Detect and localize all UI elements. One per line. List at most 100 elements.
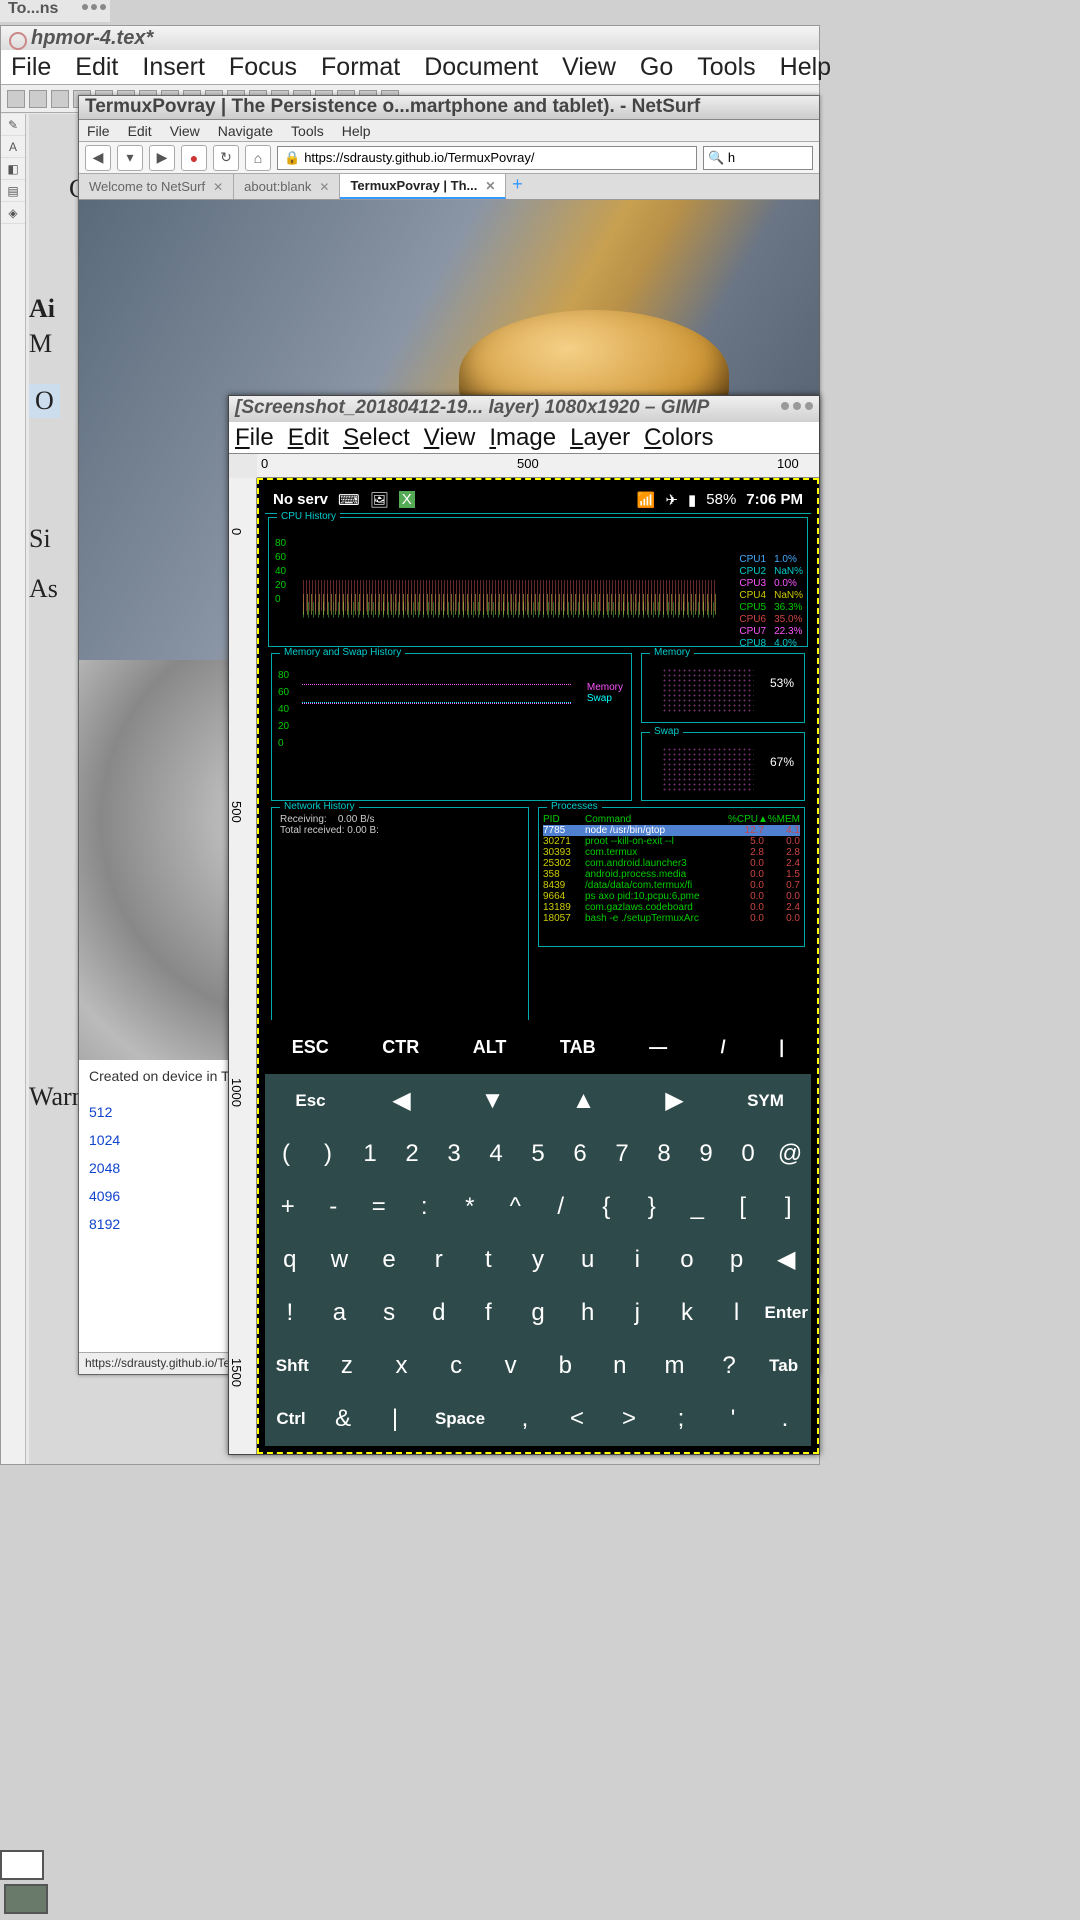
- extrakey-/[interactable]: /: [721, 1037, 726, 1058]
- key-z[interactable]: z: [320, 1340, 375, 1393]
- key-▲[interactable]: ▲: [538, 1074, 629, 1127]
- key-([interactable]: (: [265, 1127, 307, 1180]
- key-space[interactable]: Space: [421, 1393, 499, 1446]
- menu-edit[interactable]: Edit: [288, 424, 329, 452]
- key-)[interactable]: ): [307, 1127, 349, 1180]
- key-b[interactable]: b: [538, 1340, 593, 1393]
- key-g[interactable]: g: [513, 1287, 563, 1340]
- key-tab[interactable]: Tab: [756, 1340, 811, 1393]
- key-c[interactable]: c: [429, 1340, 484, 1393]
- key-|[interactable]: |: [369, 1393, 421, 1446]
- key-^[interactable]: ^: [493, 1180, 539, 1233]
- browser-tab[interactable]: TermuxPovray | Th...✕: [340, 174, 506, 199]
- extrakey-—[interactable]: —: [649, 1037, 667, 1058]
- key-▼[interactable]: ▼: [447, 1074, 538, 1127]
- menu-format[interactable]: Format: [321, 53, 400, 82]
- key-,[interactable]: ,: [499, 1393, 551, 1446]
- forward-button[interactable]: ▶: [149, 145, 175, 171]
- url-bar[interactable]: 🔒https://sdrausty.github.io/TermuxPovray…: [277, 146, 697, 170]
- key-*[interactable]: *: [447, 1180, 493, 1233]
- menu-insert[interactable]: Insert: [142, 53, 205, 82]
- menu-navigate[interactable]: Navigate: [218, 123, 273, 139]
- key-m[interactable]: m: [647, 1340, 702, 1393]
- key-◀[interactable]: ◀: [356, 1074, 447, 1127]
- new-tab-button[interactable]: +: [506, 174, 528, 199]
- key-.[interactable]: .: [759, 1393, 811, 1446]
- key-ctrl[interactable]: Ctrl: [265, 1393, 317, 1446]
- menu-focus[interactable]: Focus: [229, 53, 297, 82]
- key-sym[interactable]: SYM: [720, 1074, 811, 1127]
- menu-help[interactable]: Help: [342, 123, 371, 139]
- tool-icon[interactable]: ✎: [1, 114, 25, 136]
- key-4[interactable]: 4: [475, 1127, 517, 1180]
- stop-button[interactable]: ●: [181, 145, 207, 171]
- key-n[interactable]: n: [593, 1340, 648, 1393]
- key-0[interactable]: 0: [727, 1127, 769, 1180]
- key-7[interactable]: 7: [601, 1127, 643, 1180]
- gimp-canvas[interactable]: No serv ⌨ 🖼 X 📶 ✈ ▮ 58% 7:06 PM CPU Hist…: [257, 478, 819, 1454]
- key-r[interactable]: r: [414, 1233, 464, 1286]
- key-][interactable]: ]: [766, 1180, 812, 1233]
- reload-button[interactable]: ↻: [213, 145, 239, 171]
- key-h[interactable]: h: [563, 1287, 613, 1340]
- key-e[interactable]: e: [364, 1233, 414, 1286]
- key-![interactable]: !: [265, 1287, 315, 1340]
- key-s[interactable]: s: [364, 1287, 414, 1340]
- key-=[interactable]: =: [356, 1180, 402, 1233]
- key-x[interactable]: x: [374, 1340, 429, 1393]
- key-t[interactable]: t: [464, 1233, 514, 1286]
- process-row[interactable]: 358android.process.media0.01.5: [543, 869, 800, 880]
- menu-file[interactable]: File: [87, 123, 110, 139]
- key-;[interactable]: ;: [655, 1393, 707, 1446]
- browser-tab[interactable]: Welcome to NetSurf✕: [79, 174, 234, 199]
- key-enter[interactable]: Enter: [761, 1287, 811, 1340]
- process-row[interactable]: 30393com.termux2.82.8: [543, 847, 800, 858]
- toolbar-icon[interactable]: [29, 90, 47, 108]
- close-tab-icon[interactable]: ✕: [213, 180, 223, 194]
- key-f[interactable]: f: [464, 1287, 514, 1340]
- key-shft[interactable]: Shft: [265, 1340, 320, 1393]
- tool-icon[interactable]: ▤: [1, 180, 25, 202]
- toolbar-icon[interactable]: [51, 90, 69, 108]
- key-j[interactable]: j: [612, 1287, 662, 1340]
- key-6[interactable]: 6: [559, 1127, 601, 1180]
- window-controls[interactable]: [781, 402, 813, 410]
- foreground-swatch[interactable]: [0, 1850, 44, 1880]
- menu-edit[interactable]: Edit: [128, 123, 152, 139]
- back-button[interactable]: ◀: [85, 145, 111, 171]
- key-{[interactable]: {: [584, 1180, 630, 1233]
- process-row[interactable]: 18057bash -e ./setupTermuxArc0.00.0: [543, 913, 800, 924]
- home-button[interactable]: ⌂: [245, 145, 271, 171]
- key-_[interactable]: _: [675, 1180, 721, 1233]
- process-row[interactable]: 8439/data/data/com.termux/fi0.00.7: [543, 880, 800, 891]
- tool-icon[interactable]: ◈: [1, 202, 25, 224]
- tool-icon[interactable]: ◧: [1, 158, 25, 180]
- key-d[interactable]: d: [414, 1287, 464, 1340]
- process-row[interactable]: 25302com.android.launcher30.02.4: [543, 858, 800, 869]
- search-box[interactable]: 🔍 h: [703, 146, 813, 170]
- key-2[interactable]: 2: [391, 1127, 433, 1180]
- menu-file[interactable]: File: [11, 53, 51, 82]
- key-@[interactable]: @: [769, 1127, 811, 1180]
- key-q[interactable]: q: [265, 1233, 315, 1286]
- menu-layer[interactable]: Layer: [570, 424, 630, 452]
- menu-tools[interactable]: Tools: [291, 123, 324, 139]
- menu-document[interactable]: Document: [424, 53, 538, 82]
- extrakey-|[interactable]: |: [779, 1037, 784, 1058]
- window-controls[interactable]: [82, 4, 106, 10]
- menu-tools[interactable]: Tools: [697, 53, 755, 82]
- menu-view[interactable]: View: [170, 123, 200, 139]
- browser-tab[interactable]: about:blank✕: [234, 174, 340, 199]
- menu-colors[interactable]: Colors: [644, 424, 713, 452]
- key-a[interactable]: a: [315, 1287, 365, 1340]
- key-+[interactable]: +: [265, 1180, 311, 1233]
- menu-help[interactable]: Help: [780, 53, 831, 82]
- key-o[interactable]: o: [662, 1233, 712, 1286]
- key-5[interactable]: 5: [517, 1127, 559, 1180]
- key-8[interactable]: 8: [643, 1127, 685, 1180]
- close-tab-icon[interactable]: ✕: [319, 180, 329, 194]
- key-/[interactable]: /: [538, 1180, 584, 1233]
- key-◀[interactable]: ◀: [761, 1233, 811, 1286]
- key-3[interactable]: 3: [433, 1127, 475, 1180]
- key-?[interactable]: ?: [702, 1340, 757, 1393]
